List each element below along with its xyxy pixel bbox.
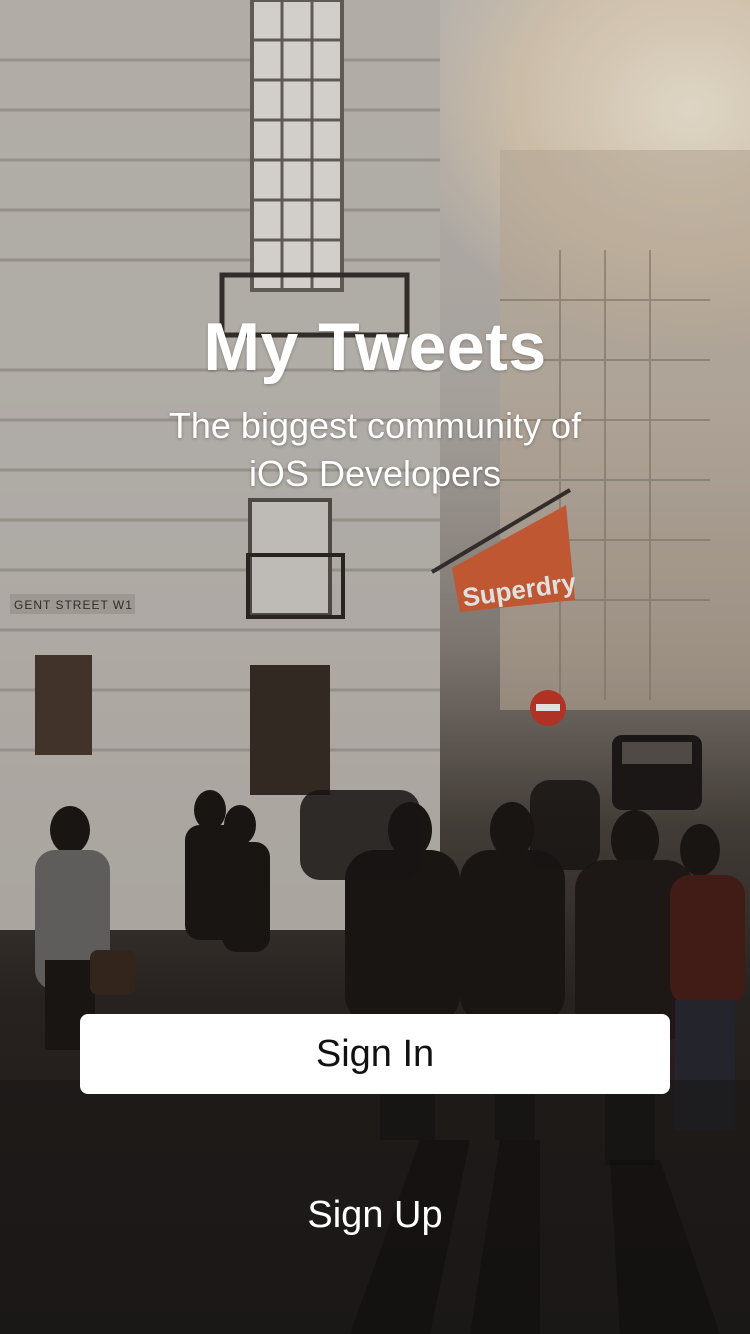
sign-up-button[interactable]: Sign Up [275,1185,475,1245]
app-tagline: The biggest community of iOS Developers [125,402,625,498]
photo-dim-overlay [0,0,750,1334]
welcome-screen: GENT STREET W1 Superdry My Tweets The bi… [0,0,750,1334]
app-title: My Tweets [203,309,547,385]
sign-in-button[interactable]: Sign In [80,1014,670,1094]
tagline-line-2: iOS Developers [248,453,502,494]
tagline-line-1: The biggest community of [168,405,582,446]
